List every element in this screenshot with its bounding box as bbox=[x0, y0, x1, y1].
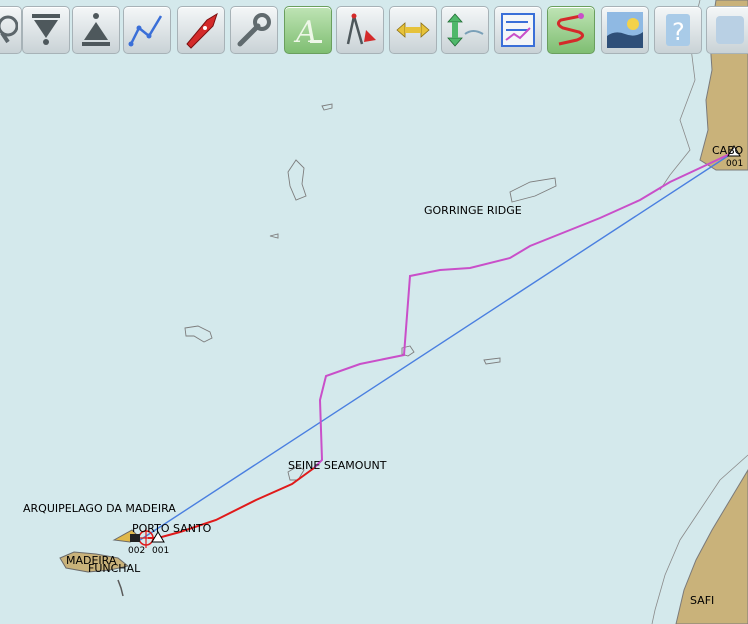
seamount-contour-1 bbox=[287, 159, 307, 201]
magnifier-icon bbox=[0, 15, 18, 44]
wrench-icon bbox=[237, 13, 271, 47]
svg-text:?: ? bbox=[672, 18, 685, 46]
toolbar: A ? bbox=[0, 0, 748, 62]
text-a-icon: A bbox=[293, 15, 322, 50]
label-waypoint-002: 002 bbox=[128, 546, 145, 556]
create-route-button[interactable] bbox=[123, 6, 171, 54]
tides-button[interactable] bbox=[601, 6, 649, 54]
seamount-contour-2 bbox=[184, 325, 213, 343]
track-button[interactable] bbox=[547, 6, 595, 54]
vertical-measure-button[interactable] bbox=[441, 6, 489, 54]
horizontal-measure-button[interactable] bbox=[389, 6, 437, 54]
help-icon: ? bbox=[666, 14, 690, 46]
exit-button[interactable] bbox=[706, 6, 748, 54]
route-icon bbox=[128, 15, 163, 47]
tools-button[interactable] bbox=[336, 6, 384, 54]
label-porto-santo: PORTO SANTO bbox=[132, 522, 212, 535]
svg-text:A: A bbox=[293, 15, 318, 50]
route-manager-icon bbox=[501, 13, 535, 47]
seamount-contour-4 bbox=[483, 357, 501, 365]
settings-button[interactable] bbox=[230, 6, 278, 54]
nautical-chart[interactable]: GORRINGE RIDGE SEINE SEAMOUNT ARQUIPELAG… bbox=[0, 0, 748, 624]
seamount-contour-5 bbox=[321, 103, 333, 111]
zoom-in-scale-down-button[interactable] bbox=[22, 6, 70, 54]
help-button[interactable]: ? bbox=[654, 6, 702, 54]
triangle-up-icon bbox=[82, 13, 110, 46]
zoom-out-button[interactable] bbox=[0, 6, 22, 54]
gorringe-ridge-contour bbox=[509, 177, 557, 203]
seamount-contour-6 bbox=[269, 233, 279, 239]
desertas-islands bbox=[117, 579, 124, 597]
tide-icon bbox=[607, 12, 643, 48]
label-cabo: CABO bbox=[712, 144, 744, 157]
route-manager-button[interactable] bbox=[494, 6, 542, 54]
label-arquipelago: ARQUIPELAGO DA MADEIRA bbox=[23, 502, 176, 515]
track-magenta[interactable] bbox=[313, 151, 735, 469]
exit-icon bbox=[716, 16, 744, 44]
toggle-text-button[interactable]: A bbox=[284, 6, 332, 54]
compass-divider-icon bbox=[346, 13, 376, 45]
label-gorringe-ridge: GORRINGE RIDGE bbox=[424, 204, 522, 217]
chart-application: GORRINGE RIDGE SEINE SEAMOUNT ARQUIPELAG… bbox=[0, 0, 748, 624]
boat-icon bbox=[186, 12, 218, 49]
label-waypoint-001-start: 001 bbox=[152, 546, 169, 556]
track-icon bbox=[556, 13, 584, 46]
follow-boat-button[interactable] bbox=[177, 6, 225, 54]
vertical-arrows-icon bbox=[447, 13, 484, 47]
horizontal-arrows-icon bbox=[396, 22, 430, 38]
label-seine-seamount: SEINE SEAMOUNT bbox=[288, 459, 387, 472]
label-safi: SAFI bbox=[690, 594, 714, 607]
label-funchal: FUNCHAL bbox=[88, 562, 141, 575]
zoom-in-scale-up-button[interactable] bbox=[72, 6, 120, 54]
triangle-down-icon bbox=[32, 14, 60, 45]
label-waypoint-001-end: 001 bbox=[726, 159, 743, 169]
